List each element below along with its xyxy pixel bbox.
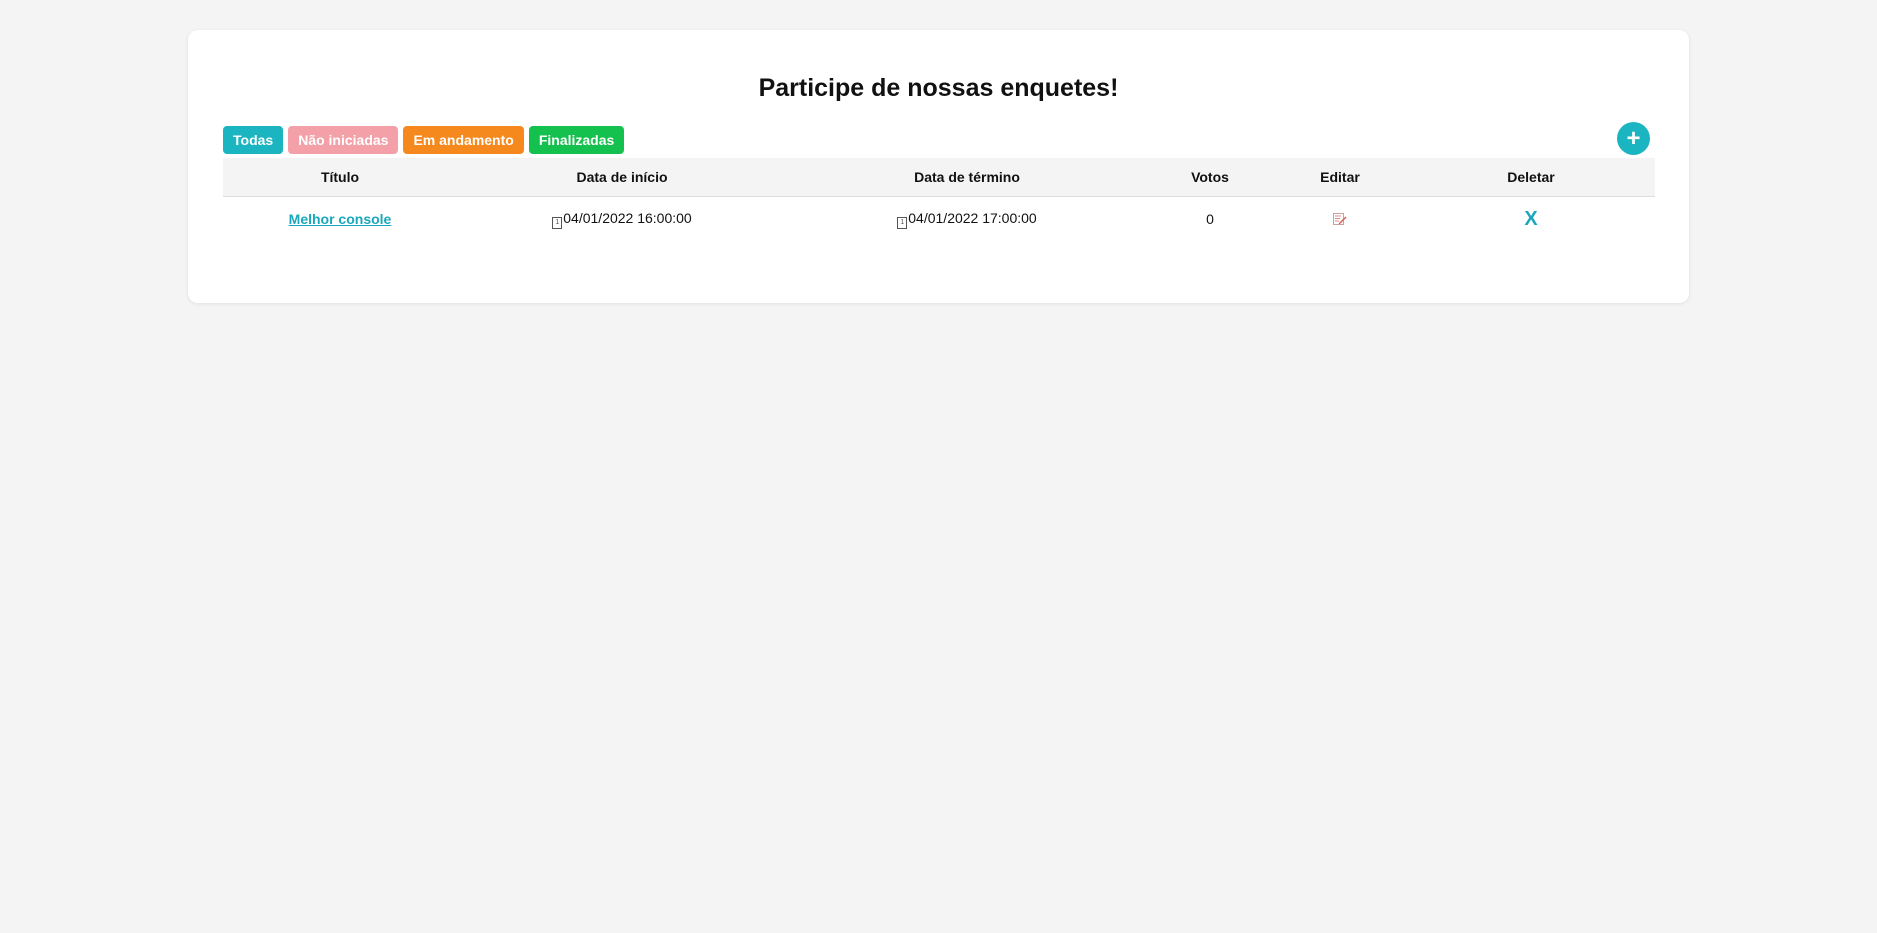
plus-icon: + bbox=[1626, 124, 1641, 152]
start-date-value: 04/01/2022 16:00:00 bbox=[563, 209, 692, 226]
column-header-delete: Deletar bbox=[1407, 158, 1655, 197]
cell-delete: X bbox=[1407, 197, 1655, 242]
cell-votes: 0 bbox=[1147, 197, 1273, 242]
calendar-icon: 1 bbox=[897, 216, 908, 229]
delete-button[interactable]: X bbox=[1524, 208, 1537, 230]
edit-icon[interactable] bbox=[1333, 212, 1347, 228]
filter-all-button[interactable]: Todas bbox=[223, 126, 284, 154]
cell-end-date: 1 04/01/2022 17:00:00 bbox=[787, 197, 1147, 242]
calendar-icon: 1 bbox=[552, 216, 563, 229]
cell-title: Melhor console bbox=[223, 197, 457, 242]
add-poll-button[interactable]: + bbox=[1617, 122, 1650, 155]
column-header-edit: Editar bbox=[1273, 158, 1407, 197]
column-header-start-date: Data de início bbox=[457, 158, 787, 197]
end-date-value: 04/01/2022 17:00:00 bbox=[908, 209, 1037, 226]
polls-card: Participe de nossas enquetes! Todas Não … bbox=[188, 30, 1689, 303]
filter-not-started-button[interactable]: Não iniciadas bbox=[288, 126, 399, 154]
cell-start-date: 1 04/01/2022 16:00:00 bbox=[457, 197, 787, 242]
filter-in-progress-button[interactable]: Em andamento bbox=[403, 126, 524, 154]
page-title: Participe de nossas enquetes! bbox=[758, 74, 1119, 102]
column-header-votes: Votos bbox=[1147, 158, 1273, 197]
polls-table: Título Data de início Data de término Vo… bbox=[223, 158, 1655, 241]
table-header-row: Título Data de início Data de término Vo… bbox=[223, 158, 1655, 197]
column-header-title: Título bbox=[223, 158, 457, 197]
filter-finished-button[interactable]: Finalizadas bbox=[528, 126, 625, 154]
poll-title-link[interactable]: Melhor console bbox=[289, 211, 392, 227]
cell-edit bbox=[1273, 197, 1407, 242]
column-header-end-date: Data de término bbox=[787, 158, 1147, 197]
votes-value: 0 bbox=[1206, 211, 1214, 227]
table-row: Melhor console 1 04/01/2022 16:00:00 1 04/… bbox=[223, 197, 1655, 242]
filter-bar: Todas Não iniciadas Em andamento Finaliz… bbox=[223, 126, 625, 154]
